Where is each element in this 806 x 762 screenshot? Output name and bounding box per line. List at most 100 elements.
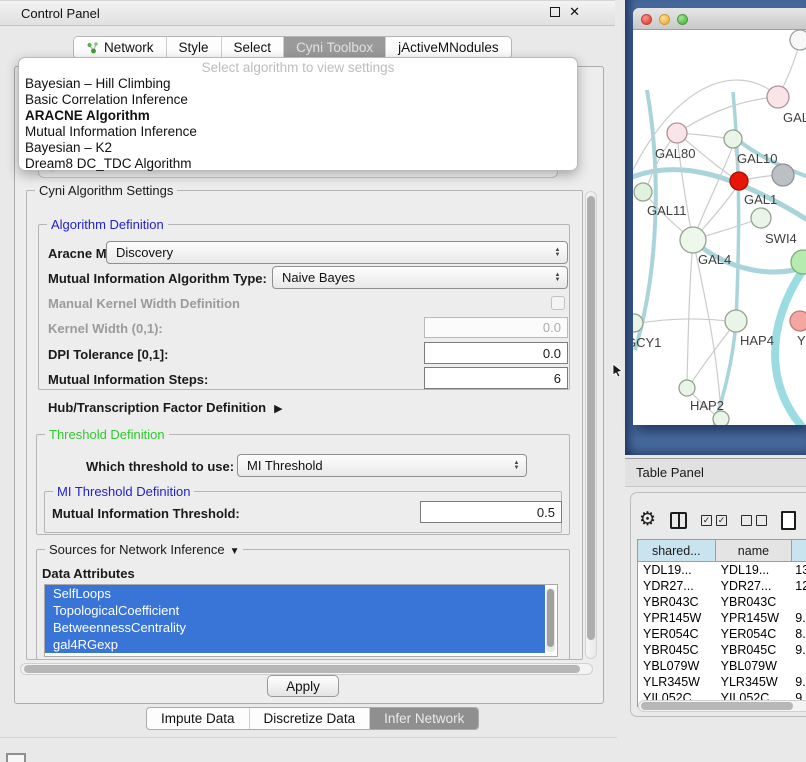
scrollbar-thumb[interactable]	[24, 665, 580, 673]
table-row[interactable]: YER054CYER054C8.	[638, 626, 806, 642]
network-node[interactable]	[725, 310, 747, 332]
tab-jactivemnodules[interactable]: jActiveMNodules	[386, 37, 511, 58]
table-cell[interactable]: YLR345W	[716, 675, 793, 689]
table-cell[interactable]: YPR145W	[716, 611, 793, 625]
table-row[interactable]: YPR145WYPR145W9.	[638, 610, 806, 626]
network-node[interactable]	[634, 183, 652, 201]
network-node[interactable]	[767, 86, 789, 108]
column-header-shared-name[interactable]: shared...	[638, 540, 716, 561]
table-cell[interactable]: YDR27...	[638, 579, 716, 593]
table-row[interactable]: YBR043CYBR043C	[638, 594, 806, 610]
scrollbar-thumb[interactable]	[641, 702, 793, 710]
table-cell[interactable]: YDR27...	[716, 579, 793, 593]
network-window-titlebar[interactable]	[633, 8, 806, 30]
tab-discretize-data[interactable]: Discretize Data	[250, 708, 371, 729]
network-node[interactable]	[667, 123, 687, 143]
network-graph: GALGAL80GAL10GAL1GAL11SWI4GAL4HAP4YGCY1H…	[633, 30, 806, 425]
tab-network[interactable]: Network	[74, 37, 167, 58]
table-cell[interactable]: YPR145W	[638, 611, 716, 625]
table-cell[interactable]: 8.	[792, 627, 806, 641]
network-node[interactable]	[680, 227, 706, 253]
list-scrollbar[interactable]	[546, 588, 555, 652]
table-cell[interactable]: YDL19...	[716, 563, 793, 577]
settings-vertical-scrollbar[interactable]	[585, 191, 597, 659]
table-cell[interactable]: 13	[792, 563, 806, 577]
network-node[interactable]	[790, 30, 806, 50]
zoom-traffic-light-icon[interactable]	[677, 14, 688, 25]
tab-impute-data[interactable]: Impute Data	[147, 708, 250, 729]
hub-definition-expander[interactable]: Hub/Transcription Factor Definition▶	[48, 400, 283, 415]
algorithm-option[interactable]: Basic Correlation Inference	[19, 92, 577, 108]
mi-algorithm-type-combo[interactable]: Naive Bayes ▲▼	[272, 266, 568, 289]
tab-select[interactable]: Select	[222, 37, 285, 58]
tab-style[interactable]: Style	[167, 37, 222, 58]
table-cell[interactable]: YBR045C	[638, 643, 716, 657]
table-cell[interactable]: YBL079W	[716, 659, 793, 673]
network-node[interactable]	[724, 130, 742, 148]
algorithm-option[interactable]: ARACNE Algorithm	[19, 108, 577, 124]
attribute-list-item[interactable]: TopologicalCoefficient	[45, 602, 545, 619]
mi-steps-field[interactable]: 6	[424, 367, 568, 389]
column-layout-icon[interactable]	[670, 512, 687, 529]
table-horizontal-scrollbar[interactable]	[638, 700, 806, 712]
algorithm-option[interactable]: Mutual Information Inference	[19, 124, 577, 140]
table-cell[interactable]: YER054C	[638, 627, 716, 641]
table-cell[interactable]: YBL079W	[638, 659, 716, 673]
float-window-icon[interactable]	[550, 7, 560, 17]
kernel-width-field[interactable]: 0.0	[424, 317, 568, 338]
scrollbar-thumb[interactable]	[587, 196, 595, 640]
manual-kernel-checkbox[interactable]	[551, 296, 565, 310]
network-node[interactable]	[790, 311, 806, 331]
network-node[interactable]	[772, 164, 794, 186]
algorithm-option[interactable]: Bayesian – Hill Climbing	[19, 76, 577, 92]
table-cell[interactable]: YBR043C	[716, 595, 793, 609]
table-cell[interactable]: YBR043C	[638, 595, 716, 609]
expand-right-icon[interactable]: ▶	[274, 403, 282, 415]
table-row[interactable]: YDL19...YDL19...13	[638, 562, 806, 578]
apply-button[interactable]: Apply	[267, 675, 339, 697]
network-node[interactable]	[730, 172, 748, 190]
aracne-mode-combo[interactable]: Discovery ▲▼	[106, 241, 568, 264]
checked-checkboxes-icon[interactable]: ✓✓	[701, 515, 727, 526]
gear-icon[interactable]: ⚙	[639, 510, 656, 530]
network-node[interactable]	[679, 380, 695, 396]
table-cell[interactable]: 9.	[792, 643, 806, 657]
table-cell[interactable]: YBR045C	[716, 643, 793, 657]
unchecked-checkboxes-icon[interactable]	[741, 515, 767, 526]
table-cell[interactable]: YER054C	[716, 627, 793, 641]
table-cell[interactable]: 9.	[792, 611, 806, 625]
minimized-panel-icon[interactable]	[6, 753, 26, 762]
algorithm-option[interactable]: Dream8 DC_TDC Algorithm	[19, 156, 577, 172]
table-row[interactable]: YLR345WYLR345W9.	[638, 674, 806, 690]
table-cell[interactable]: 12	[792, 579, 806, 593]
document-icon[interactable]	[781, 511, 796, 530]
attribute-list-item[interactable]: BetweennessCentrality	[45, 619, 545, 636]
which-threshold-combo[interactable]: MI Threshold ▲▼	[237, 454, 527, 477]
tab-infer-network[interactable]: Infer Network	[370, 708, 478, 729]
sources-title[interactable]: Sources for Network Inference▼	[45, 542, 243, 557]
dpi-tolerance-field[interactable]: 0.0	[424, 342, 568, 364]
table-row[interactable]: YBR045CYBR045C9.	[638, 642, 806, 658]
table-row[interactable]: YBL079WYBL079W	[638, 658, 806, 674]
table-cell[interactable]: YDL19...	[638, 563, 716, 577]
network-canvas[interactable]: GALGAL80GAL10GAL1GAL11SWI4GAL4HAP4YGCY1H…	[633, 30, 806, 425]
minimize-traffic-light-icon[interactable]	[659, 14, 670, 25]
collapse-down-icon[interactable]: ▼	[230, 546, 240, 557]
table-row[interactable]: YDR27...YDR27...12	[638, 578, 806, 594]
algorithm-option[interactable]: Bayesian – K2	[19, 140, 577, 156]
network-node[interactable]	[751, 208, 771, 228]
tab-cyni-toolbox[interactable]: Cyni Toolbox	[284, 37, 386, 58]
attribute-list-item[interactable]: gal4RGexp	[45, 636, 545, 653]
column-header-partial[interactable]: A	[792, 540, 806, 561]
table-cell[interactable]: 9.	[792, 675, 806, 689]
mi-threshold-field[interactable]: 0.5	[420, 501, 562, 523]
attribute-list-item[interactable]: SelfLoops	[45, 585, 545, 602]
data-attributes-list[interactable]: SelfLoopsTopologicalCoefficientBetweenne…	[44, 584, 558, 657]
close-icon[interactable]: ✕	[569, 6, 580, 18]
close-traffic-light-icon[interactable]	[641, 14, 652, 25]
table-cell[interactable]: YLR345W	[638, 675, 716, 689]
node-label: Y	[797, 333, 806, 348]
column-header-name[interactable]: name	[716, 540, 793, 561]
network-node[interactable]	[713, 411, 729, 425]
settings-horizontal-scrollbar[interactable]	[20, 663, 593, 675]
